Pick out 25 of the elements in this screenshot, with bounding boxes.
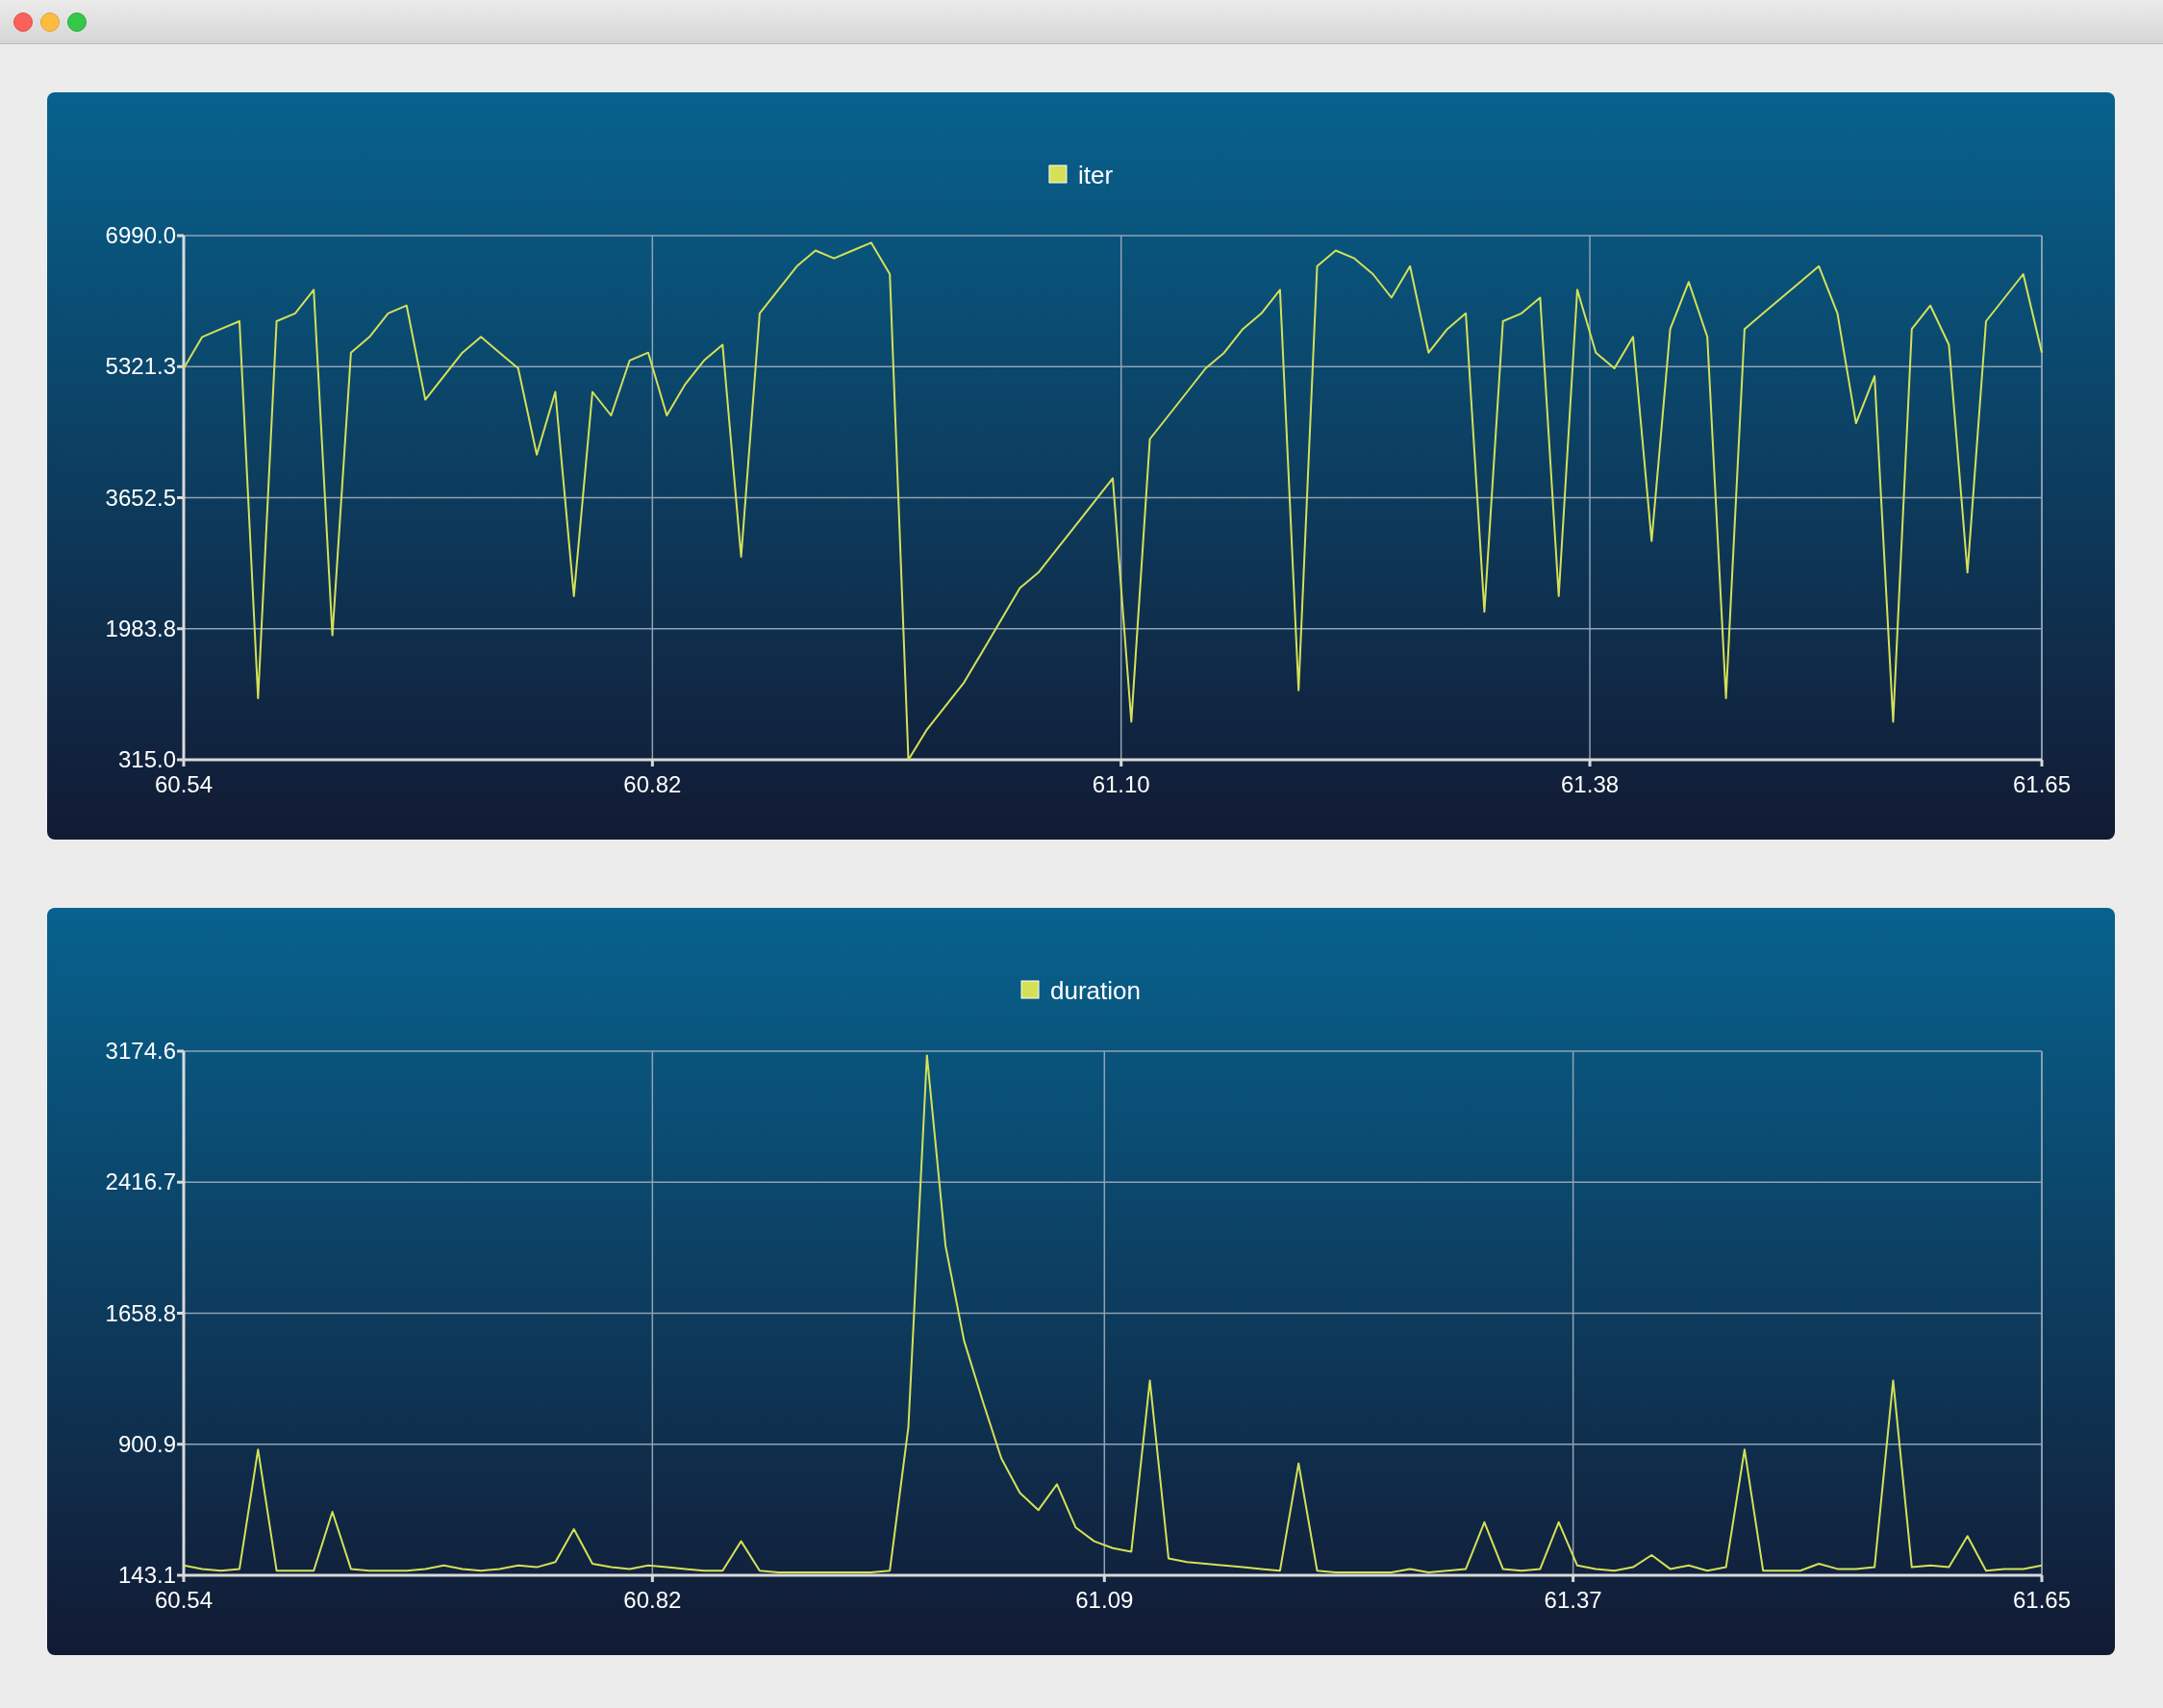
axis-label: 143.1 bbox=[117, 1562, 176, 1588]
axis-label: 61.65 bbox=[2012, 771, 2072, 797]
axis-label: 5321.3 bbox=[105, 353, 176, 380]
zoom-button[interactable] bbox=[67, 12, 87, 32]
close-button[interactable] bbox=[13, 12, 33, 32]
axis-label: 61.10 bbox=[1092, 771, 1150, 797]
axis-label: 61.38 bbox=[1561, 771, 1620, 797]
axis-label: 60.54 bbox=[154, 1587, 214, 1613]
axis-label: 2416.7 bbox=[105, 1168, 176, 1195]
axis-label: 60.54 bbox=[154, 771, 214, 797]
legend-label: iter bbox=[1077, 161, 1114, 189]
axis-label: 1983.8 bbox=[105, 615, 176, 641]
axis-label: 900.9 bbox=[117, 1430, 176, 1457]
minimize-button[interactable] bbox=[40, 12, 60, 32]
axis-label: 61.65 bbox=[2012, 1587, 2072, 1613]
axis-label: 6990.0 bbox=[105, 222, 176, 248]
axis-label: 1658.8 bbox=[105, 1299, 176, 1326]
legend-label: duration bbox=[1050, 976, 1141, 1005]
axis-label: 3174.6 bbox=[105, 1038, 176, 1064]
axis-label: 61.09 bbox=[1075, 1587, 1134, 1613]
axis-label: 60.82 bbox=[623, 771, 682, 797]
axis-label: 61.37 bbox=[1544, 1587, 1602, 1613]
axis-label: 60.82 bbox=[623, 1587, 682, 1613]
axis-label: 3652.5 bbox=[105, 484, 176, 511]
axis-label: 315.0 bbox=[117, 746, 176, 772]
